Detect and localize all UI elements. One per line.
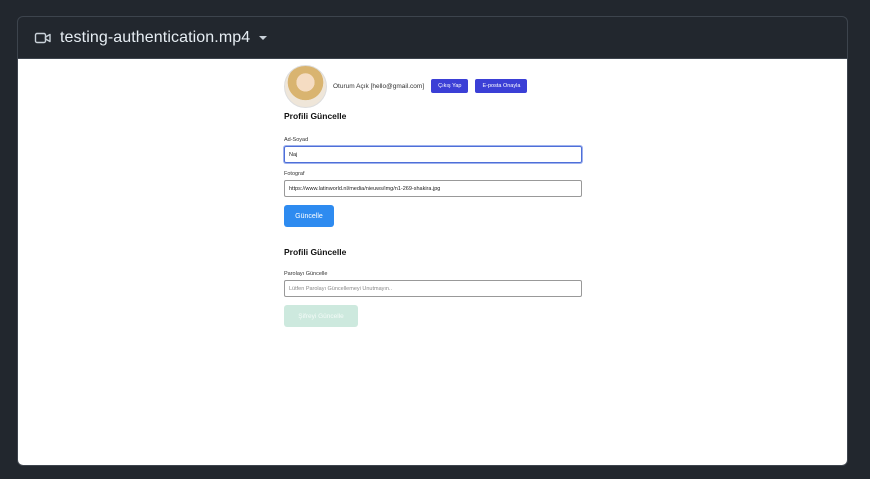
video-header: testing-authentication.mp4 <box>18 17 847 59</box>
video-camera-icon <box>34 29 52 47</box>
photo-label: Fotograf <box>284 171 305 177</box>
app-page: Oturum Açık [hello@gmail.com] Çıkış Yap … <box>284 64 584 327</box>
avatar <box>284 64 327 108</box>
user-bar: Oturum Açık [hello@gmail.com] Çıkış Yap … <box>284 64 584 108</box>
profile-heading: Profili Güncelle <box>284 111 347 121</box>
chevron-down-icon[interactable] <box>258 33 268 43</box>
name-field[interactable]: Naj <box>284 146 582 163</box>
video-viewer: testing-authentication.mp4 Oturum Açık [… <box>17 16 848 466</box>
video-frame: Oturum Açık [hello@gmail.com] Çıkış Yap … <box>18 59 847 465</box>
password-heading: Profili Güncelle <box>284 247 347 257</box>
video-title[interactable]: testing-authentication.mp4 <box>60 29 250 47</box>
update-password-button[interactable]: Şifreyi Güncelle <box>284 305 358 327</box>
photo-url-field[interactable]: https://www.latinworld.nl/media/nieuws/i… <box>284 180 582 197</box>
password-field[interactable]: Lütfen Parolayı Güncellemeyi Unutmayın.. <box>284 280 582 297</box>
verify-email-button[interactable]: E-posta Onayla <box>475 79 528 93</box>
logout-button[interactable]: Çıkış Yap <box>431 79 469 93</box>
password-label: Parolayı Güncelle <box>284 271 328 277</box>
session-status: Oturum Açık [hello@gmail.com] <box>333 82 425 90</box>
update-profile-button[interactable]: Güncelle <box>284 205 334 227</box>
name-label: Ad-Soyad <box>284 137 309 143</box>
